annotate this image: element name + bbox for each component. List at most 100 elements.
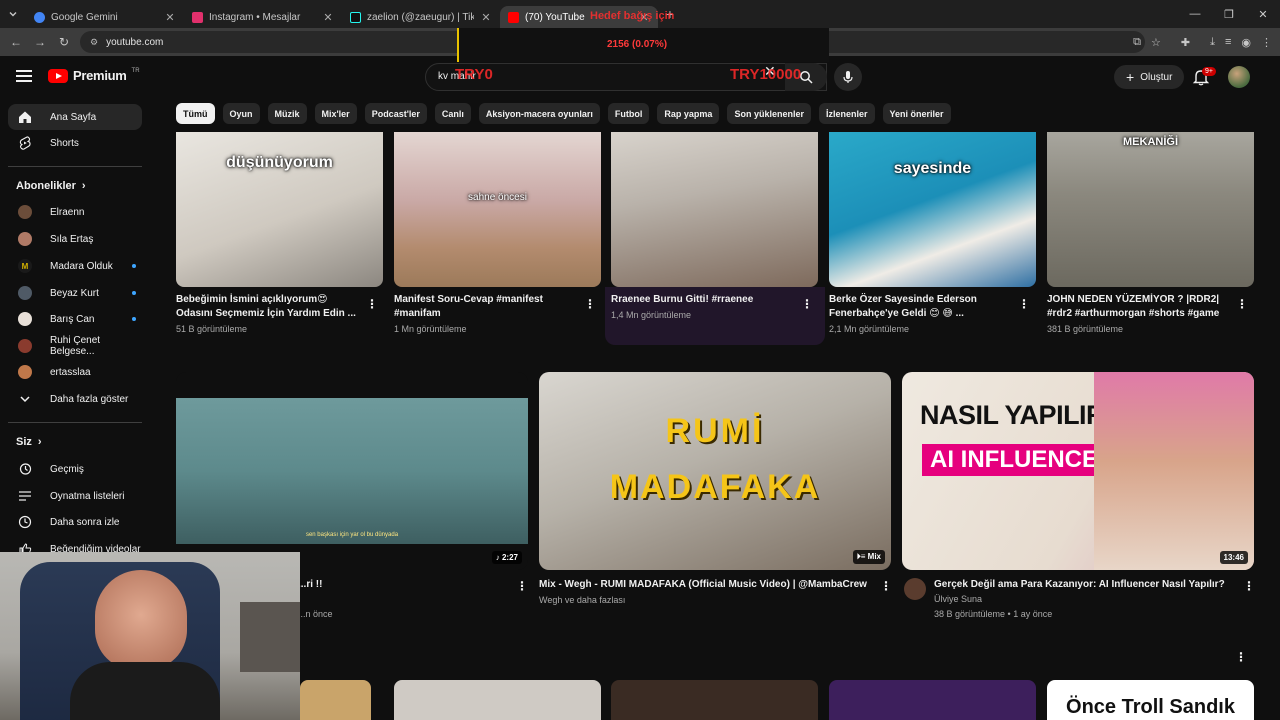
chip-all[interactable]: Tümü [176,103,215,124]
tab-list-icon[interactable]: ≡ [1225,36,1231,48]
chip-action-adventure[interactable]: Aksiyon-macera oyunları [478,103,600,124]
sidebar-item-shorts[interactable]: Shorts [8,130,142,156]
more-actions-icon[interactable]: ⋮ [366,297,378,311]
subscriptions-heading[interactable]: Abonelikler › [16,180,86,192]
sidebar-sub-ertasslaa[interactable]: ertasslaa [8,359,142,385]
back-icon[interactable]: ← [4,35,28,49]
sidebar-item-playlists[interactable]: Oynatma listeleri [8,483,142,509]
short-thumbnail[interactable]: MEKANİĞİ [1047,132,1254,287]
sidebar-sub-ruhi-cenet[interactable]: Ruhi Çenet Belgese... [8,333,142,359]
channel-avatar[interactable] [904,578,926,600]
short-thumbnail[interactable] [611,132,818,287]
short-card[interactable]: sahne öncesi Manifest Soru-Cevap #manife… [394,132,601,334]
video-thumbnail[interactable] [829,680,1036,720]
bookmark-star-icon[interactable]: ☆ [1151,36,1161,49]
video-channel[interactable]: Wegh ve daha fazlası [539,595,625,605]
chip-new-to-you[interactable]: Yeni öneriler [882,103,951,124]
short-card[interactable]: sayesinde Berke Özer Sayesinde Ederson F… [829,132,1036,334]
sidebar-item-label: Madara Olduk [50,260,113,272]
more-actions-icon[interactable]: ⋮ [1018,297,1030,311]
short-thumbnail[interactable]: sayesinde [829,132,1036,287]
close-window-icon[interactable]: ✕ [1246,0,1280,28]
browser-tab[interactable]: Google Gemini ✕ [26,6,184,28]
more-actions-icon[interactable]: ⋮ [880,579,892,593]
short-card[interactable]: MEKANİĞİ JOHN NEDEN YÜZEMİYOR ? |RDR2| #… [1047,132,1254,334]
video-card[interactable]: RUMİ MADAFAKA ⏵≡ Mix Mix - Wegh - RUMI M… [539,372,891,605]
sidebar-sub-beyaz-kurt[interactable]: Beyaz Kurt [8,280,142,306]
menu-icon[interactable] [16,70,32,82]
video-title[interactable]: ...ri !! [298,579,322,590]
video-thumbnail[interactable]: RUMİ MADAFAKA ⏵≡ Mix [539,372,891,570]
chip-live[interactable]: Canlı [434,103,471,124]
short-title[interactable]: Bebeğimin İsmini açıklıyorum😍 Odasını Se… [176,293,362,321]
show-more-button[interactable]: Daha fazla göster [8,386,142,412]
account-avatar[interactable] [1228,66,1250,88]
short-thumbnail[interactable]: sahne öncesi [394,132,601,287]
chip-football[interactable]: Futbol [607,103,650,124]
more-actions-icon[interactable]: ⋮ [1235,650,1247,664]
video-card[interactable]: sen başkası için yar ol bu dünyada ♪ 2:2… [176,372,528,619]
short-card[interactable]: düşünüyorum Bebeğimin İsmini açıklıyorum… [176,132,383,334]
video-channel[interactable]: Ülviye Suna [934,594,982,604]
short-thumbnail[interactable]: düşünüyorum [176,132,383,287]
close-tab-icon[interactable]: ✕ [322,11,334,24]
chip-watched[interactable]: İzlenenler [818,103,875,124]
short-title[interactable]: Rraenee Burnu Gitti! #rraenee [611,293,797,307]
more-actions-icon[interactable]: ⋮ [516,579,528,593]
tab-search-icon[interactable] [0,0,26,28]
close-tab-icon[interactable]: ✕ [480,11,492,24]
you-heading[interactable]: Siz › [16,436,42,448]
video-thumbnail[interactable] [611,680,818,720]
video-title[interactable]: Gerçek Değil ama Para Kazanıyor: AI Infl… [934,579,1225,590]
more-actions-icon[interactable]: ⋮ [584,297,596,311]
video-thumbnail[interactable]: Önce Troll Sandık [1047,680,1254,720]
sidebar-item-label: Elraenn [50,206,85,218]
more-actions-icon[interactable]: ⋮ [1236,297,1248,311]
sidebar-sub-sila-ertas[interactable]: Sıla Ertaş [8,226,142,252]
browser-tab[interactable]: Instagram • Mesajlar ✕ [184,6,342,28]
create-button[interactable]: + Oluştur [1114,65,1185,89]
sidebar-sub-elraenn[interactable]: Elraenn [8,199,142,225]
close-tab-icon[interactable]: ✕ [164,11,176,24]
sidebar-sub-baris-can[interactable]: Barış Can [8,306,142,332]
chip-music[interactable]: Müzik [267,103,307,124]
site-info-icon[interactable]: ⚙ [90,37,98,48]
browser-tab[interactable]: zaelion (@zaeugur) | TikTok ✕ [342,6,500,28]
video-card[interactable]: NASIL YAPILIR AI INFLUENCER 13:46 Gerçek… [902,372,1254,619]
history-icon [19,463,32,475]
extensions-icon[interactable]: ✚ [1181,36,1190,49]
channel-avatar: M [18,259,32,273]
short-title[interactable]: JOHN NEDEN YÜZEMİYOR ? |RDR2| #rdr2 #art… [1047,293,1233,321]
sidebar-item-home[interactable]: Ana Sayfa [8,104,142,130]
video-thumbnail[interactable] [300,680,371,720]
video-thumbnail[interactable] [394,680,601,720]
sidebar-item-history[interactable]: Geçmiş [8,456,142,482]
chip-game[interactable]: Oyun [222,103,260,124]
video-title[interactable]: Mix - Wegh - RUMI MADAFAKA (Official Mus… [539,579,867,590]
minimize-icon[interactable]: — [1178,0,1212,28]
short-title[interactable]: Manifest Soru-Cevap #manifest #manifam [394,293,580,321]
youtube-logo[interactable]: Premium TR [48,68,140,83]
chip-rap[interactable]: Rap yapma [657,103,720,124]
profile-icon[interactable]: ◉ [1241,36,1251,49]
browser-menu-icon[interactable]: ⋮ [1261,36,1272,49]
reload-icon[interactable]: ↻ [52,35,76,49]
voice-search-button[interactable] [834,63,862,91]
sidebar-item-watch-later[interactable]: Daha sonra izle [8,509,142,535]
new-content-dot [132,317,136,321]
forward-icon[interactable]: → [28,35,52,49]
chip-recently-uploaded[interactable]: Son yüklenenler [727,103,811,124]
short-caption: sayesinde [893,160,972,177]
chip-podcasts[interactable]: Podcast'ler [364,103,427,124]
chip-mixes[interactable]: Mix'ler [314,103,357,124]
video-thumbnail[interactable]: NASIL YAPILIR AI INFLUENCER 13:46 [902,372,1254,570]
restore-icon[interactable]: ❐ [1212,0,1246,28]
download-icon[interactable]: ⤓ [1210,36,1215,49]
sidebar-sub-madara-olduk[interactable]: M Madara Olduk [8,253,142,279]
install-app-icon[interactable]: ⧉ [1133,36,1141,49]
more-actions-icon[interactable]: ⋮ [1243,579,1255,593]
short-title[interactable]: Berke Özer Sayesinde Ederson Fenerbahçe'… [829,293,1015,321]
more-actions-icon[interactable]: ⋮ [801,297,813,311]
video-thumbnail[interactable]: sen başkası için yar ol bu dünyada ♪ 2:2… [176,372,528,570]
short-card[interactable]: Rraenee Burnu Gitti! #rraenee 1,4 Mn gör… [611,132,818,320]
